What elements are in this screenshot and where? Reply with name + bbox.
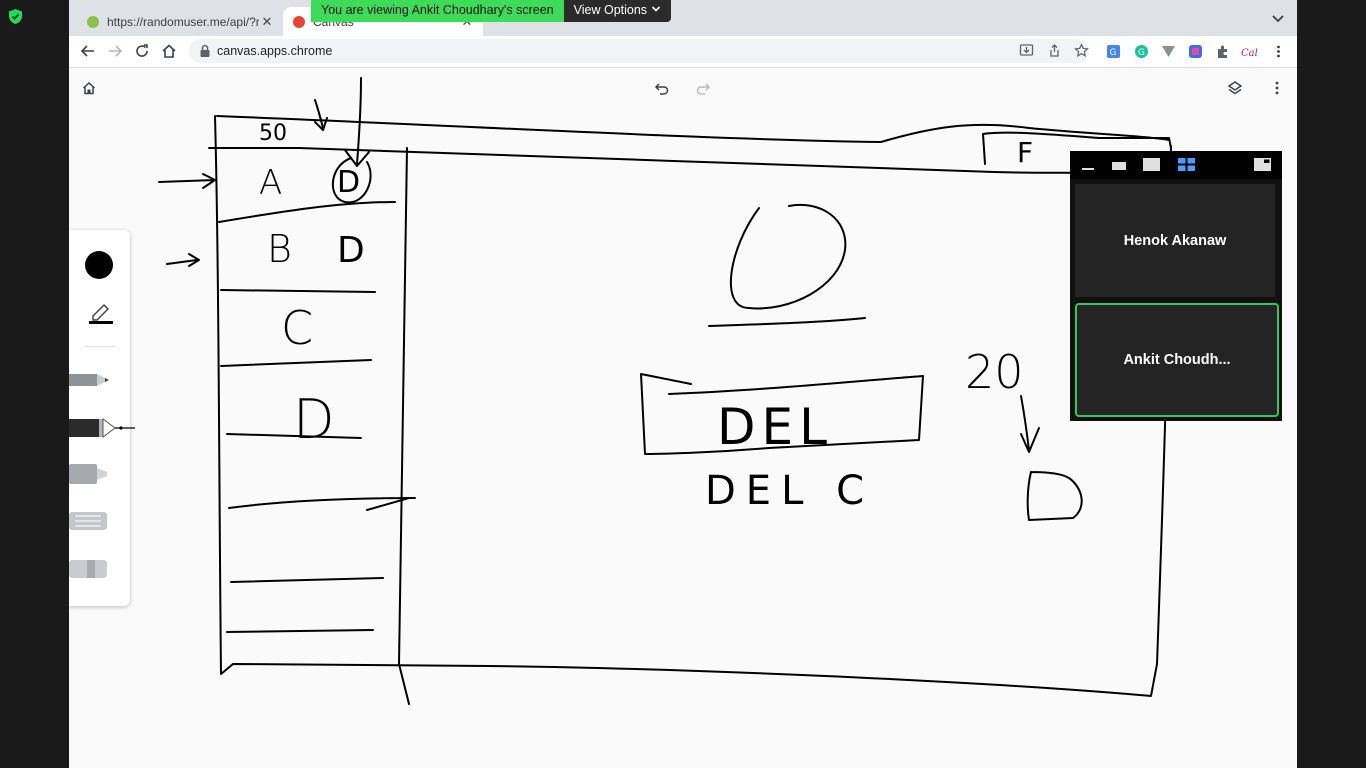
browser-toolbar: canvas.apps.chrome G G Cal — [69, 36, 1297, 68]
canvas-menu-icon[interactable] — [1269, 80, 1285, 96]
reload-icon[interactable] — [134, 43, 150, 59]
google-translate-icon[interactable]: G — [1106, 44, 1121, 59]
ink-result-d — [1026, 471, 1083, 521]
video-layout-bar — [1070, 151, 1282, 179]
browser-menu-icon[interactable] — [1271, 44, 1286, 59]
tab-search-chevron-icon[interactable] — [1269, 10, 1287, 28]
ink-text-del: DEL — [717, 398, 833, 456]
participant-name: Henok Akanaw — [1123, 232, 1227, 249]
svg-text:G: G — [1138, 48, 1145, 58]
redo-icon[interactable] — [695, 80, 711, 96]
ink-text-20: 20 — [965, 345, 1024, 399]
single-video-icon[interactable] — [1143, 158, 1160, 171]
install-app-icon[interactable] — [1019, 43, 1034, 58]
lock-icon[interactable] — [199, 44, 211, 58]
participant-name: Ankit Choudh... — [1123, 352, 1231, 368]
ink-text-d: D — [293, 388, 335, 451]
undo-icon[interactable] — [654, 80, 670, 96]
address-text: canvas.apps.chrome — [217, 44, 333, 58]
ink-text-c: C — [281, 301, 313, 355]
ink-row-line-5 — [228, 497, 416, 511]
ink-row-line-1 — [218, 201, 396, 223]
screen-capture-icon[interactable] — [1188, 44, 1203, 59]
tab-randomuser[interactable]: https://randomuser.me/api/?re ✕ — [77, 7, 283, 36]
share-banner: You are viewing Ankit Choudhary's screen… — [311, 0, 672, 22]
canvas-home-icon[interactable] — [81, 80, 97, 96]
ink-text-b: B — [267, 227, 292, 271]
ink-text-f: F — [1017, 136, 1033, 169]
ink-center-underline — [708, 317, 866, 327]
tab-strip: https://randomuser.me/api/?re ✕ Canvas ✕ — [69, 0, 1297, 36]
vue-devtools-icon[interactable] — [1161, 44, 1176, 59]
ink-sidebar-divider — [398, 147, 410, 705]
gallery-view-icon[interactable] — [1178, 158, 1195, 171]
view-options-label: View Options — [573, 3, 648, 17]
color-swatch-button[interactable] — [85, 251, 113, 279]
view-options-button[interactable]: View Options — [563, 0, 672, 22]
ink-row-line-2 — [220, 289, 376, 293]
pen-size-icon[interactable] — [89, 300, 113, 324]
pencil-tool-icon[interactable] — [69, 370, 109, 390]
pen-tool-icon[interactable] — [69, 416, 137, 440]
layers-icon[interactable] — [1227, 80, 1243, 96]
ink-row-line-6 — [230, 577, 384, 583]
forward-icon[interactable] — [107, 43, 123, 59]
back-icon[interactable] — [80, 43, 96, 59]
svg-text:Cal: Cal — [1241, 48, 1258, 59]
tab-close-icon[interactable]: ✕ — [259, 14, 275, 30]
tab-title: https://randomuser.me/api/?re — [107, 14, 259, 29]
participant-panel: Henok Akanaw Ankit Choudh... — [1070, 151, 1282, 421]
ink-arrow-20 — [1020, 395, 1040, 453]
panel-divider — [85, 346, 115, 347]
chalk-tool-icon[interactable] — [69, 510, 109, 532]
ink-text-del-c: DEL C — [705, 468, 874, 514]
minimize-video-icon[interactable] — [1082, 168, 1094, 170]
security-shield-icon[interactable] — [7, 8, 24, 25]
ink-arrow-row-a — [158, 173, 216, 189]
pen-tool-panel — [69, 230, 135, 606]
participant-tile[interactable]: Henok Akanaw — [1075, 184, 1275, 297]
speaker-view-icon[interactable] — [1112, 162, 1126, 170]
randomuser-favicon-icon — [87, 15, 99, 28]
ink-text-a-mark: D — [337, 165, 360, 200]
address-bar[interactable]: canvas.apps.chrome — [189, 39, 1089, 63]
chevron-down-icon — [651, 6, 661, 12]
canvas-favicon-icon — [293, 15, 305, 28]
home-icon[interactable] — [161, 43, 177, 59]
marker-tool-icon[interactable] — [69, 462, 109, 486]
ink-arrow-row-b — [166, 253, 200, 267]
ink-row-line-3 — [220, 359, 372, 367]
ink-row-line-7 — [226, 629, 374, 633]
ink-arrow-small — [314, 99, 328, 131]
ink-text-b-mark: D — [337, 230, 365, 271]
ink-text-a: A — [259, 163, 282, 203]
pip-layout-icon[interactable] — [1254, 158, 1271, 171]
extensions-icon[interactable] — [1215, 44, 1230, 59]
share-banner-message: You are viewing Ankit Choudhary's screen — [311, 0, 564, 22]
ink-text-50: 50 — [259, 121, 287, 146]
ink-center-d — [729, 203, 847, 310]
share-icon[interactable] — [1047, 43, 1062, 58]
profile-avatar-icon[interactable]: Cal — [1241, 44, 1261, 59]
grammarly-icon[interactable]: G — [1134, 44, 1149, 59]
eraser-tool-icon[interactable] — [69, 558, 109, 580]
bookmark-star-icon[interactable] — [1074, 43, 1089, 58]
svg-text:G: G — [1110, 48, 1117, 58]
participant-tile-active-speaker[interactable]: Ankit Choudh... — [1075, 303, 1279, 417]
